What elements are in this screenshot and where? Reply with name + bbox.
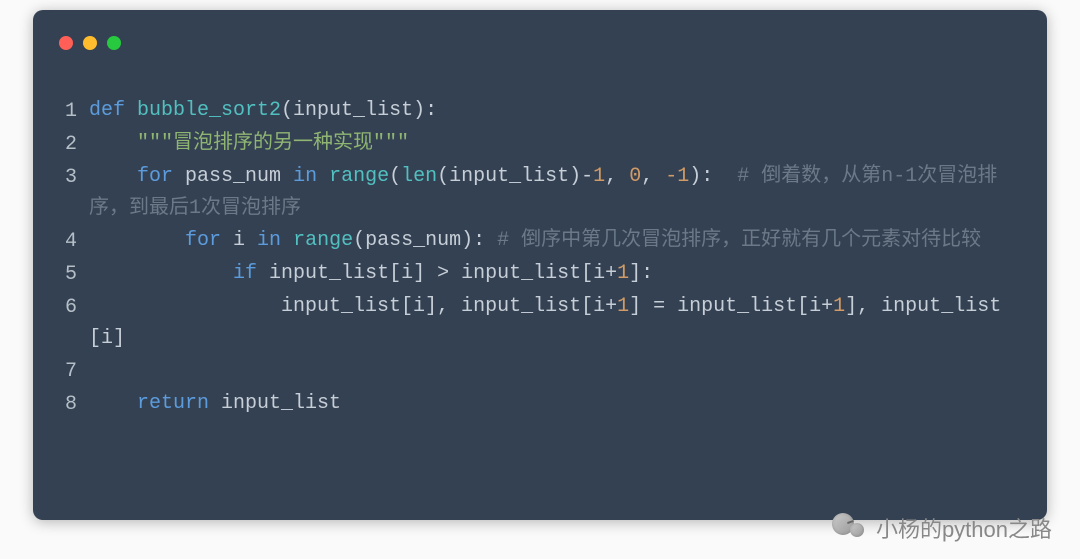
code-line: 5 if input_list[i] > input_list[i+1]: (51, 258, 1029, 291)
code-line: 7 (51, 355, 1029, 388)
watermark-text: 小杨的python之路 (876, 512, 1052, 544)
line-number: 8 (51, 388, 77, 421)
token-kw: for (137, 165, 173, 188)
token-txt: input_list[i], input_list[i+ (89, 295, 617, 318)
token-txt (317, 165, 329, 188)
token-cmt: # 倒序中第几次冒泡排序，正好就有几个元素对待比较 (497, 229, 981, 252)
token-txt: , (641, 165, 665, 188)
minimize-dot (83, 36, 97, 50)
token-txt: pass_num (173, 165, 293, 188)
code-line: 4 for i in range(pass_num): # 倒序中第几次冒泡排序… (51, 225, 1029, 258)
token-kw: return (137, 392, 209, 415)
token-num: 1 (833, 295, 845, 318)
token-str: """冒泡排序的另一种实现""" (137, 132, 409, 155)
line-number: 7 (51, 355, 77, 388)
window-traffic-lights (59, 36, 121, 50)
code-line: 8 return input_list (51, 388, 1029, 421)
token-kw: for (185, 229, 221, 252)
code-line: 1def bubble_sort2(input_list): (51, 95, 1029, 128)
token-txt: ]: (629, 262, 653, 285)
code-content: for i in range(pass_num): # 倒序中第几次冒泡排序，正… (77, 225, 1029, 257)
token-txt: input_list (209, 392, 341, 415)
token-fn: bubble_sort2 (137, 99, 281, 122)
token-num: 1 (593, 165, 605, 188)
token-txt: input_list[i] > input_list[i+ (257, 262, 617, 285)
code-content: def bubble_sort2(input_list): (77, 95, 1029, 127)
line-number: 3 (51, 161, 77, 194)
line-number: 4 (51, 225, 77, 258)
token-txt (89, 392, 137, 415)
close-dot (59, 36, 73, 50)
code-content: input_list[i], input_list[i+1] = input_l… (77, 291, 1029, 355)
code-line: 2 """冒泡排序的另一种实现""" (51, 128, 1029, 161)
token-txt (89, 132, 137, 155)
code-content: """冒泡排序的另一种实现""" (77, 128, 1029, 160)
token-num: 0 (629, 165, 641, 188)
code-content: for pass_num in range(len(input_list)-1,… (77, 161, 1029, 225)
code-content: return input_list (77, 388, 1029, 420)
code-content: if input_list[i] > input_list[i+1]: (77, 258, 1029, 290)
line-number: 2 (51, 128, 77, 161)
code-area: 1def bubble_sort2(input_list):2 """冒泡排序的… (51, 95, 1029, 421)
token-txt: (pass_num): (353, 229, 497, 252)
code-line: 6 input_list[i], input_list[i+1] = input… (51, 291, 1029, 355)
maximize-dot (107, 36, 121, 50)
token-txt: i (221, 229, 257, 252)
token-txt: (input_list): (281, 99, 437, 122)
token-txt (89, 229, 185, 252)
token-call: len (401, 165, 437, 188)
token-txt: ] = input_list[i+ (629, 295, 833, 318)
code-card: 1def bubble_sort2(input_list):2 """冒泡排序的… (33, 10, 1047, 520)
line-number: 1 (51, 95, 77, 128)
token-kw: in (293, 165, 317, 188)
token-txt (281, 229, 293, 252)
token-txt: ): (689, 165, 737, 188)
code-line: 3 for pass_num in range(len(input_list)-… (51, 161, 1029, 225)
token-txt (89, 165, 137, 188)
wechat-icon (832, 511, 866, 545)
line-number: 5 (51, 258, 77, 291)
token-txt: ( (389, 165, 401, 188)
token-kw: in (257, 229, 281, 252)
line-number: 6 (51, 291, 77, 324)
token-txt (89, 262, 233, 285)
token-num: 1 (617, 295, 629, 318)
token-txt: (input_list)- (437, 165, 593, 188)
token-kw: def (89, 99, 137, 122)
token-num: 1 (617, 262, 629, 285)
token-call: range (329, 165, 389, 188)
token-kw: if (233, 262, 257, 285)
token-num: -1 (665, 165, 689, 188)
watermark: 小杨的python之路 (832, 511, 1052, 545)
token-call: range (293, 229, 353, 252)
token-txt: , (605, 165, 629, 188)
